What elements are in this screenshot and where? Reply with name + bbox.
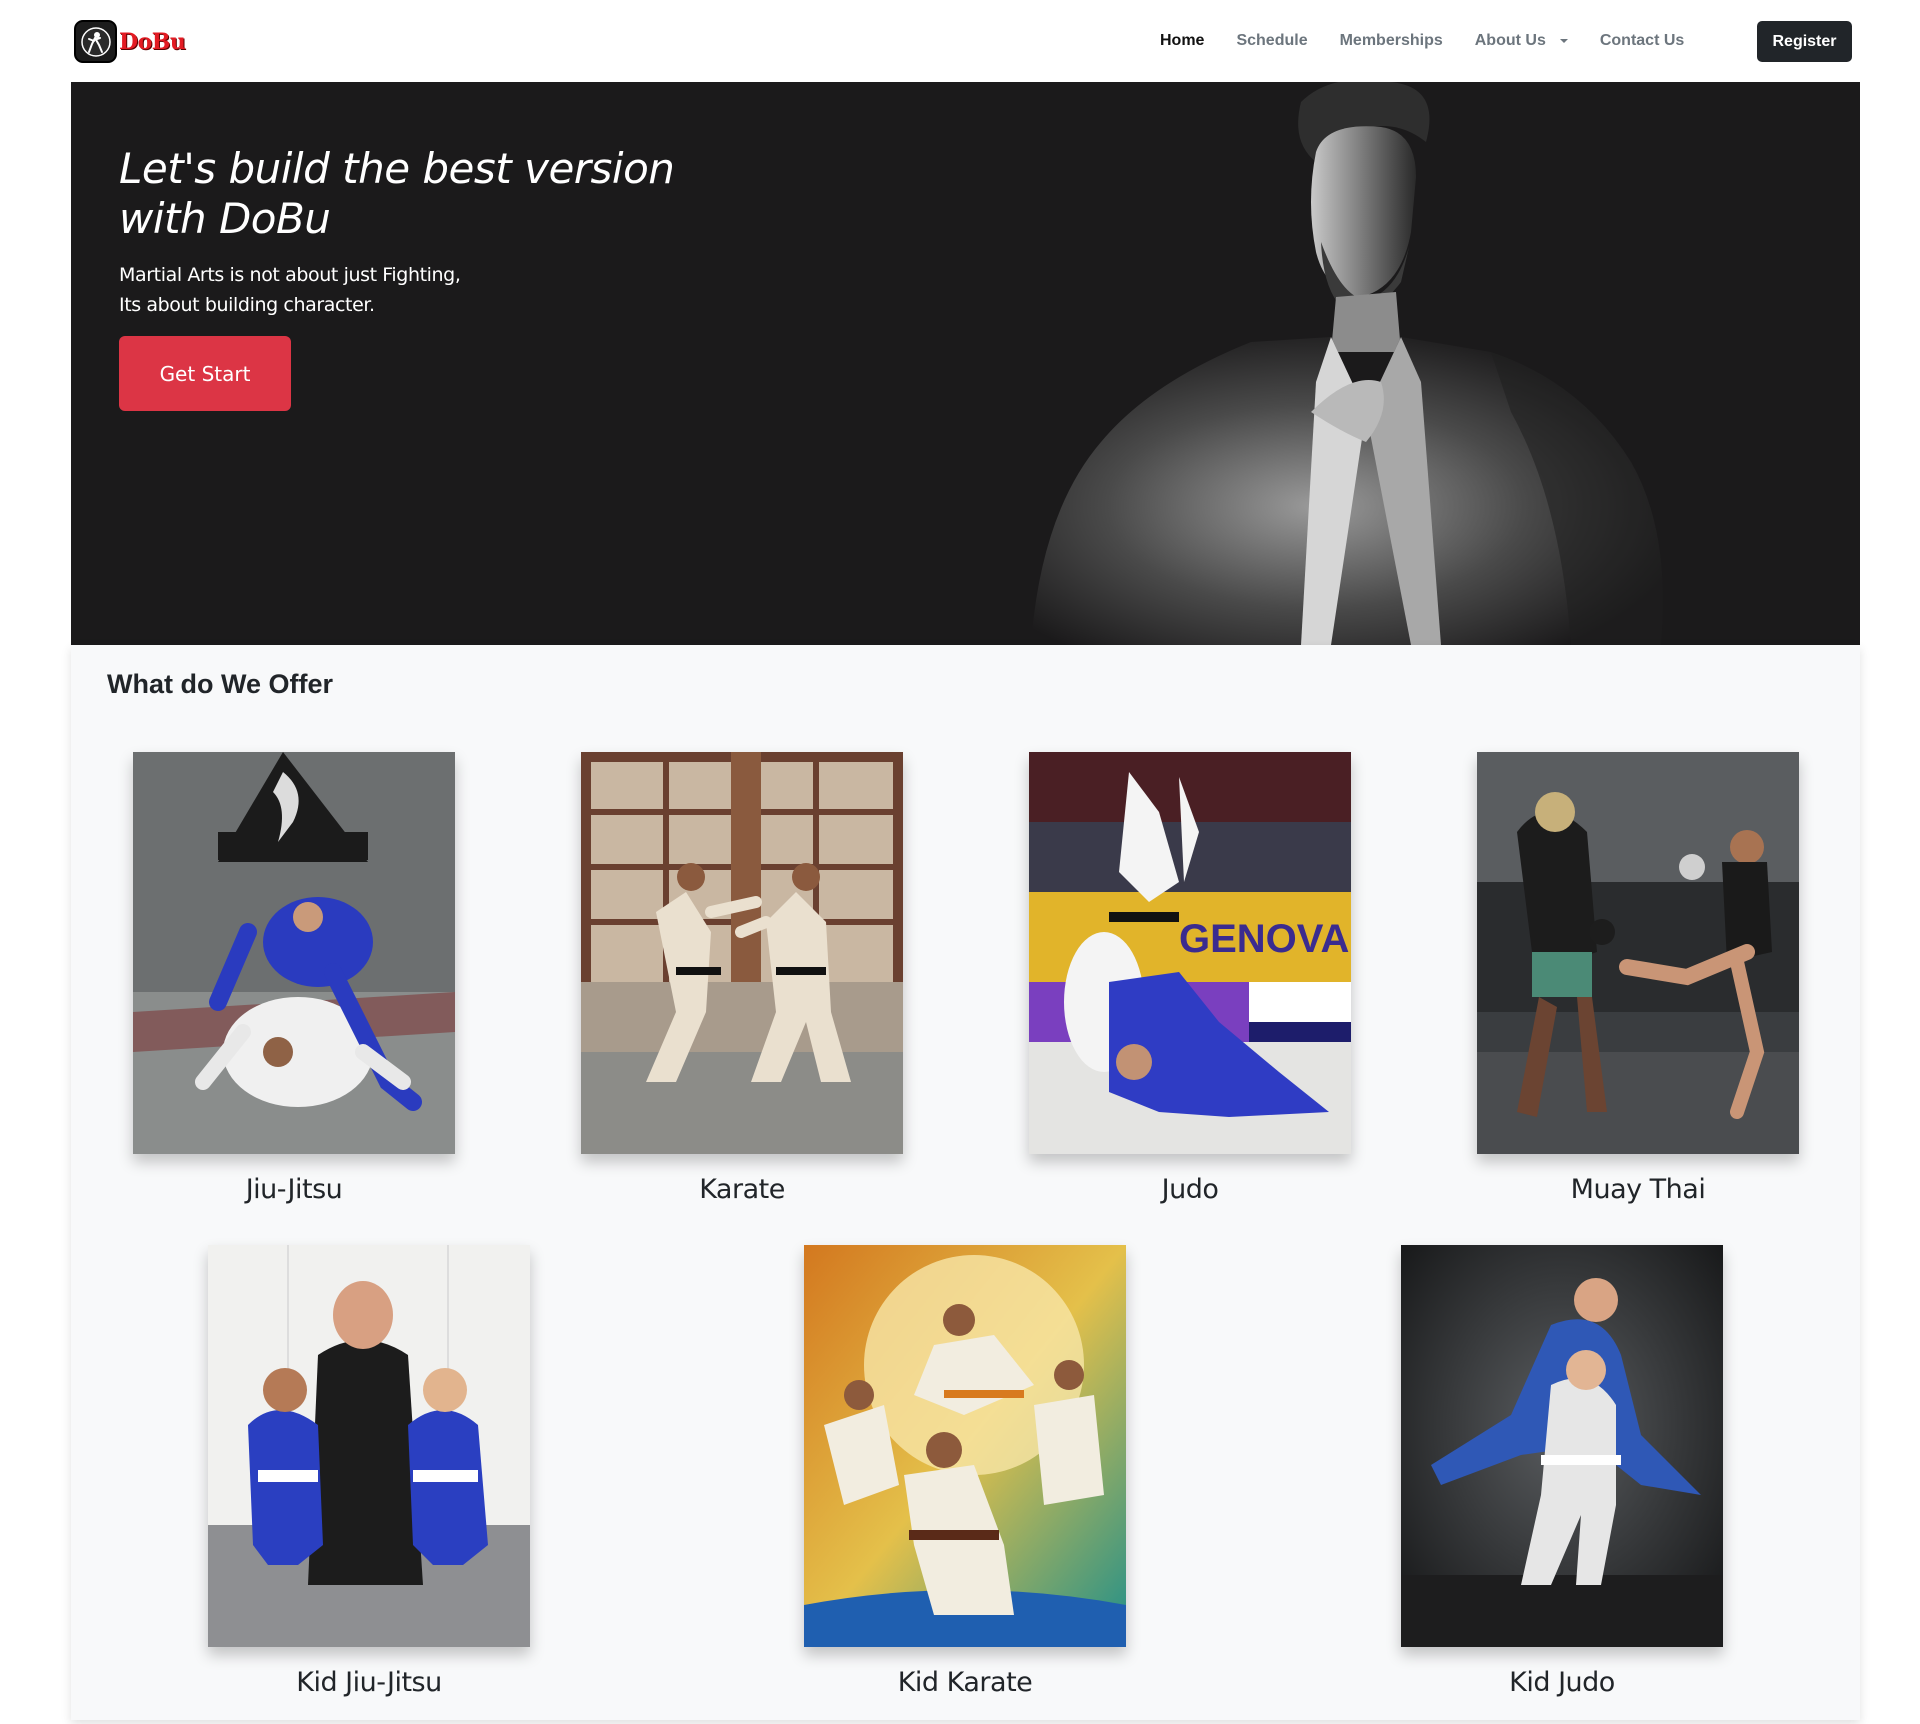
- offer-card-label: Kid Jiu-Jitsu: [296, 1667, 442, 1698]
- offer-card-muay-thai[interactable]: Muay Thai: [1477, 752, 1799, 1205]
- offer-card-label: Karate: [699, 1174, 785, 1205]
- kid-jiu-jitsu-image: [208, 1245, 530, 1647]
- offer-card-label: Jiu-Jitsu: [245, 1174, 343, 1205]
- offer-card-jiu-jitsu[interactable]: Jiu-Jitsu: [133, 752, 455, 1205]
- nav-about-us-label: About Us: [1474, 32, 1546, 49]
- get-start-button[interactable]: Get Start: [119, 336, 291, 411]
- nav-memberships[interactable]: Memberships: [1340, 32, 1443, 50]
- judo-image: GENOVA: [1029, 752, 1351, 1154]
- fighter-logo-icon: [74, 20, 117, 63]
- brand-name: DoBu: [119, 28, 186, 55]
- navbar: DoBu Home Schedule Memberships About Us …: [0, 0, 1920, 82]
- muay-thai-image: [1477, 752, 1799, 1154]
- offer-card-label: Muay Thai: [1570, 1174, 1706, 1205]
- hero-title: Let's build the best version with DoBu: [119, 144, 675, 243]
- offer-card-kid-karate[interactable]: Kid Karate: [804, 1245, 1126, 1698]
- offer-card-label: Kid Karate: [897, 1667, 1033, 1698]
- offer-card-label: Judo: [1161, 1174, 1219, 1205]
- offer-section-title: What do We Offer: [107, 669, 333, 699]
- nav-about-us-dropdown[interactable]: About Us: [1475, 32, 1568, 50]
- brand-logo-link[interactable]: DoBu: [74, 20, 186, 63]
- offer-card-karate[interactable]: Karate: [581, 752, 903, 1205]
- offer-card-kid-judo[interactable]: Kid Judo: [1401, 1245, 1723, 1698]
- hero-subtitle-line-2: Its about building character.: [119, 294, 375, 316]
- hero-martial-artist-image: [1031, 82, 1663, 645]
- kid-karate-image: [804, 1245, 1126, 1647]
- hero-subtitle: Martial Arts is not about just Fighting,…: [119, 260, 539, 320]
- offer-card-kid-jiu-jitsu[interactable]: Kid Jiu-Jitsu: [208, 1245, 530, 1698]
- kid-judo-image: [1401, 1245, 1723, 1647]
- register-button[interactable]: Register: [1757, 21, 1852, 62]
- karate-image: [581, 752, 903, 1154]
- offer-section: What do We Offer Jiu-Jitsu Karate GENOVA…: [71, 645, 1860, 1720]
- nav-schedule[interactable]: Schedule: [1236, 32, 1307, 50]
- hero-banner: Let's build the best version with DoBu M…: [71, 82, 1860, 645]
- jiu-jitsu-image: [133, 752, 455, 1154]
- offer-card-label: Kid Judo: [1509, 1667, 1615, 1698]
- svg-text:GENOVA: GENOVA: [1179, 917, 1349, 961]
- main-nav: Home Schedule Memberships About Us Conta…: [1160, 0, 1716, 82]
- nav-contact-us[interactable]: Contact Us: [1600, 32, 1684, 50]
- offer-card-judo[interactable]: GENOVA Judo: [1029, 752, 1351, 1205]
- hero-subtitle-line-1: Martial Arts is not about just Fighting,: [119, 264, 461, 286]
- caret-down-icon: [1559, 39, 1568, 43]
- nav-home[interactable]: Home: [1160, 32, 1204, 50]
